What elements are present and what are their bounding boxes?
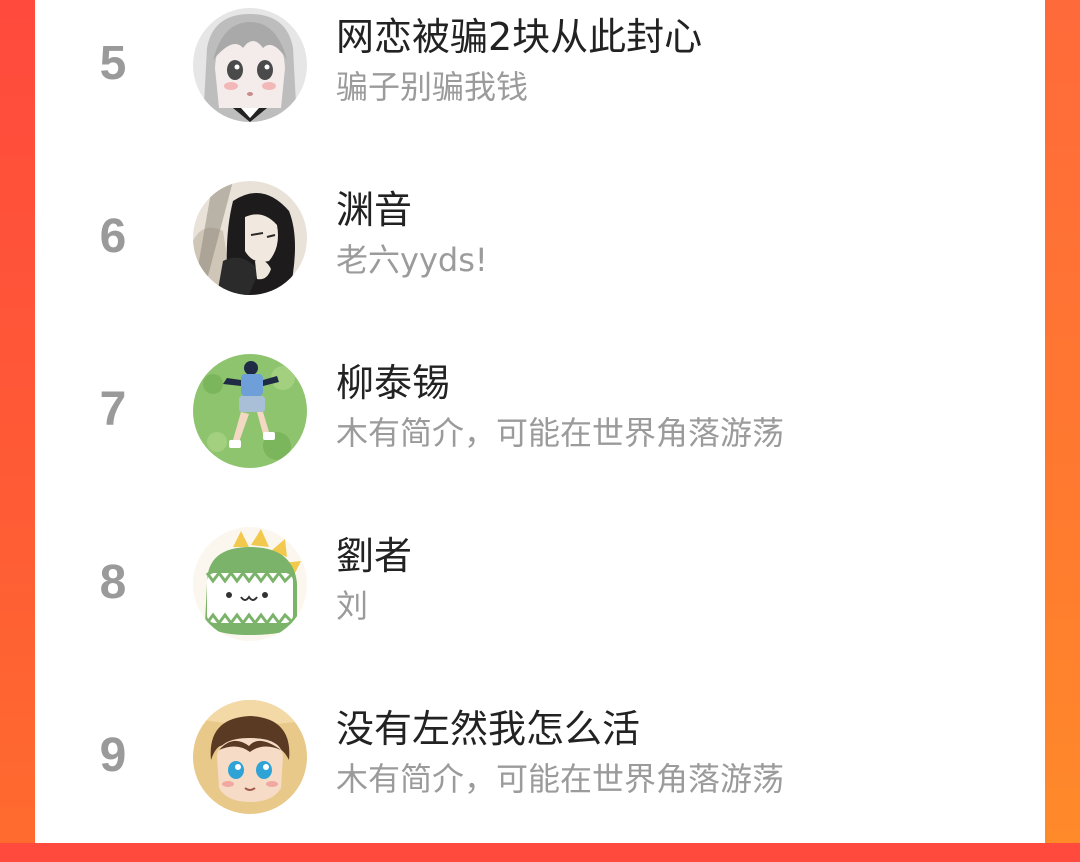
user-bio: 老六yyds! [336,241,488,279]
right-edge-gradient [1044,0,1080,843]
user-name: 劉者 [336,534,413,578]
green-dinosaur-avatar-icon [193,527,307,641]
avatar[interactable] [193,527,307,641]
user-bio: 木有简介，可能在世界角落游荡 [336,414,785,452]
rank-number: 7 [99,383,127,436]
user-bio: 木有简介，可能在世界角落游荡 [336,760,785,798]
user-name: 网恋被骗2块从此封心 [336,15,703,59]
list-item[interactable]: 9 没有左然我怎么活 木有简介，可能在世界角落游荡 [35,690,1045,862]
rank-number: 9 [99,729,127,782]
list-item[interactable]: 5 网恋被骗2块从此封心 骗子别骗我钱 [35,0,1045,170]
avatar[interactable] [193,181,307,295]
list-item[interactable]: 6 渊音 老六yyds! [35,171,1045,343]
avatar[interactable] [193,700,307,814]
chibi-boy-avatar-icon [193,700,307,814]
list-item[interactable]: 8 劉者 刘 [35,517,1045,689]
list-item[interactable]: 7 柳泰锡 木有简介，可能在世界角落游荡 [35,344,1045,516]
rank-number: 6 [99,210,127,263]
avatar[interactable] [193,8,307,122]
rank-number: 8 [99,556,127,609]
user-bio: 刘 [336,587,369,625]
user-name: 没有左然我怎么活 [336,707,641,751]
user-name: 渊音 [336,188,413,232]
anime-girl-avatar-icon [193,8,307,122]
user-name: 柳泰锡 [336,361,451,405]
rank-number: 5 [99,37,127,90]
ranking-list: 5 网恋被骗2块从此封心 骗子别骗我钱 6 渊音 老六yyds! 7 柳泰锡 木… [35,0,1045,843]
user-bio: 骗子别骗我钱 [336,68,529,106]
avatar[interactable] [193,354,307,468]
dark-hair-sketch-avatar-icon [193,181,307,295]
boy-lying-on-grass-avatar-icon [193,354,307,468]
